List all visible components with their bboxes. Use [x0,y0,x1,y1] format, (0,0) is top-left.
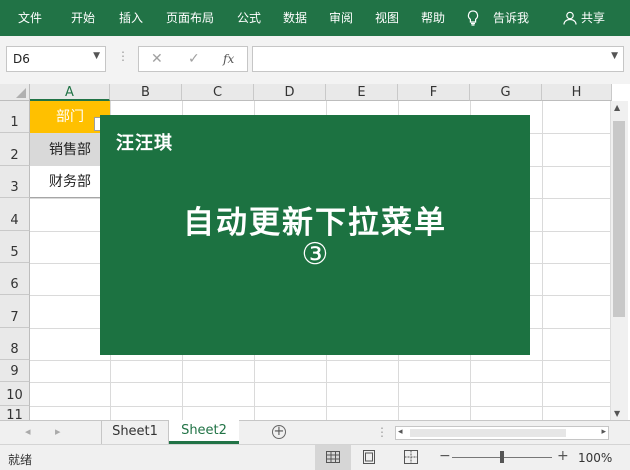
row-header-2[interactable]: 2 [0,133,30,166]
row-header-3[interactable]: 3 [0,166,30,198]
sheet-tab-bar: ◂ ▸ Sheet1 Sheet2 + ⋮ ◂ ▸ [0,420,630,444]
page-layout-icon [363,450,375,464]
scroll-right-icon[interactable]: ▸ [601,427,606,437]
select-all-corner[interactable] [0,84,30,101]
column-header-g[interactable]: G [470,84,542,101]
expand-formula-icon[interactable]: ▼ [611,51,618,61]
lightbulb-icon [467,10,479,29]
row-header-6[interactable]: 6 [0,263,30,295]
formula-bar: D6 ▼ ⋮ ✕ ✓ fx ▼ [0,36,630,84]
column-header-c[interactable]: C [182,84,254,101]
column-header-f[interactable]: F [398,84,470,101]
column-header-e[interactable]: E [326,84,398,101]
tab-file[interactable]: 文件 [18,0,42,36]
cancel-icon[interactable]: ✕ [151,51,163,67]
sheet-tab-sheet2[interactable]: Sheet2 [169,420,239,444]
zoom-in-button[interactable]: + [557,448,569,464]
tab-formulas[interactable]: 公式 [237,0,261,36]
horizontal-scrollbar[interactable]: ◂ ▸ [395,426,609,440]
vertical-scrollbar[interactable]: ▲ ▼ [610,101,628,420]
tab-insert[interactable]: 插入 [119,0,143,36]
row-header-11[interactable]: 11 [0,406,30,420]
tab-page-layout[interactable]: 页面布局 [166,0,214,36]
row-header-10[interactable]: 10 [0,382,30,406]
next-sheet-icon[interactable]: ▸ [55,425,61,438]
scroll-down-icon[interactable]: ▼ [614,409,620,418]
add-sheet-button[interactable]: + [272,425,286,439]
more-options-icon: ⋮ [376,425,388,439]
page-layout-view-button[interactable] [362,450,376,467]
row-header-8[interactable]: 8 [0,328,30,360]
name-box-value: D6 [13,52,30,66]
gridline [30,360,610,361]
sheet-tab-sheet1[interactable]: Sheet1 [101,421,169,444]
scroll-left-icon[interactable]: ◂ [398,427,403,437]
row-header-7[interactable]: 7 [0,295,30,328]
row-header-4[interactable]: 4 [0,198,30,231]
scrollbar-thumb[interactable] [613,121,625,317]
row-header-9[interactable]: 9 [0,360,30,382]
tab-review[interactable]: 审阅 [329,0,353,36]
more-options-icon: ⋮ [117,49,129,63]
grid-view-icon [326,451,340,463]
zoom-out-button[interactable]: − [439,448,451,464]
column-header-h[interactable]: H [542,84,612,101]
status-ready: 就绪 [8,453,33,467]
gridline [30,382,610,383]
name-box[interactable]: D6 ▼ [6,46,106,72]
normal-view-button[interactable] [315,445,351,470]
insert-function-icon[interactable]: fx [223,52,234,66]
gridline [30,406,610,407]
enter-icon[interactable]: ✓ [188,51,200,67]
scrollbar-thumb[interactable] [410,429,566,437]
banner-episode: ③ [301,237,329,272]
column-header-b[interactable]: B [110,84,182,101]
tab-home[interactable]: 开始 [71,0,95,36]
banner-author: 汪汪琪 [116,133,173,154]
zoom-slider-thumb[interactable] [500,451,504,463]
user-icon [563,11,577,28]
row-header-1[interactable]: 1 [0,101,30,133]
chevron-down-icon[interactable]: ▼ [93,51,100,61]
status-bar: 就绪 − + 100% [0,444,630,470]
zoom-level[interactable]: 100% [578,451,612,465]
row-header-5[interactable]: 5 [0,231,30,263]
share-button[interactable]: 共享 [581,0,605,36]
tell-me-search[interactable]: 告诉我 [493,0,529,36]
page-break-icon [404,450,418,464]
cell-a2[interactable]: 销售部 [30,134,110,166]
prev-sheet-icon[interactable]: ◂ [25,425,31,438]
banner-title: 自动更新下拉菜单 [183,205,447,241]
formula-input[interactable]: ▼ [252,46,624,72]
tab-data[interactable]: 数据 [283,0,307,36]
title-banner: 汪汪琪 自动更新下拉菜单 ③ [100,115,530,355]
tab-help[interactable]: 帮助 [421,0,445,36]
tab-view[interactable]: 视图 [375,0,399,36]
cell-a3[interactable]: 财务部 [30,166,110,198]
gridline [542,101,543,420]
column-header-a[interactable]: A [30,84,110,101]
worksheet-grid[interactable]: A B C D E F G H 1 2 3 4 5 6 7 8 9 10 11 … [0,84,630,420]
column-header-d[interactable]: D [254,84,326,101]
page-break-view-button[interactable] [404,450,418,467]
scroll-up-icon[interactable]: ▲ [614,103,620,112]
ribbon-tabs: 文件 开始 插入 页面布局 公式 数据 审阅 视图 帮助 告诉我 共享 [0,0,630,36]
formula-buttons: ✕ ✓ fx [138,46,248,72]
